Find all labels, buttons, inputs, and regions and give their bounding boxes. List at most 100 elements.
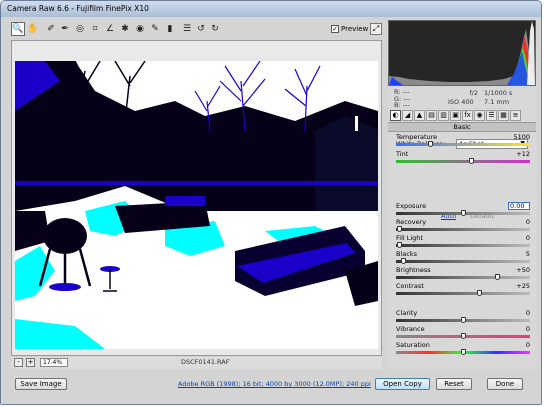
recovery-slider-track[interactable] [396, 228, 530, 231]
crop-tool-icon[interactable]: ⌗ [88, 22, 102, 36]
tab-split-toning-icon[interactable]: ▥ [438, 110, 449, 121]
preview-toggle[interactable]: ✓ Preview [331, 25, 368, 33]
saturation-slider-thumb[interactable] [461, 349, 466, 355]
recovery-control: Recovery 0 [396, 218, 530, 234]
preferences-tool-icon[interactable]: ☰ [180, 22, 194, 36]
temperature-slider-track[interactable] [396, 143, 530, 146]
temperature-control: Temperature 5100 [396, 133, 530, 149]
brightness-slider-track[interactable] [396, 276, 530, 279]
adjustments-panel: R: --- G: --- B: --- f/2 ISO 400 1/1000 … [388, 20, 536, 370]
done-button[interactable]: Done [487, 378, 523, 390]
tab-detail-icon[interactable]: ▲ [414, 110, 425, 121]
clarity-control: Clarity 0 [396, 309, 530, 325]
preview-checkbox[interactable]: ✓ [331, 25, 339, 33]
saturation-label: Saturation [396, 341, 430, 349]
temperature-slider-thumb[interactable] [427, 141, 433, 147]
graduated-filter-tool-icon[interactable]: ▮ [163, 22, 177, 36]
aperture-value: f/2 [469, 89, 478, 97]
zoom-out-button[interactable]: - [14, 358, 23, 367]
window-title: Camera Raw 6.6 - Fujifilm FinePix X10 [7, 4, 149, 13]
preview-label: Preview [341, 25, 369, 33]
contrast-slider-thumb[interactable] [477, 290, 483, 296]
b-label: B: [394, 101, 401, 109]
blacks-value-field[interactable]: 5 [508, 250, 530, 258]
adjustment-brush-tool-icon[interactable]: ✎ [148, 22, 162, 36]
zoom-in-button[interactable]: + [26, 358, 35, 367]
histogram [388, 20, 536, 86]
clarity-value-field[interactable]: 0 [508, 309, 530, 317]
photo-preview [15, 61, 378, 349]
saturation-value-field[interactable]: 0 [508, 341, 530, 349]
fill-light-slider-track[interactable] [396, 244, 530, 247]
panel-section-title: Basic [388, 122, 536, 132]
save-image-button[interactable]: Save Image [15, 378, 67, 390]
contrast-label: Contrast [396, 282, 424, 290]
recovery-slider-thumb[interactable] [396, 226, 402, 232]
fill-light-label: Fill Light [396, 234, 423, 242]
white-balance-tool-icon[interactable]: ✐ [44, 22, 58, 36]
contrast-control: Contrast +25 [396, 282, 530, 298]
clarity-slider-thumb[interactable] [461, 317, 466, 323]
tab-effects-icon[interactable]: fx [462, 110, 473, 121]
image-preview-area[interactable] [11, 40, 382, 356]
exposure-slider-thumb[interactable] [461, 210, 466, 216]
zoom-tool-icon[interactable]: 🔍 [11, 22, 25, 36]
color-sampler-tool-icon[interactable]: ✒ [58, 22, 72, 36]
exposure-value-field[interactable]: 0.00 [508, 202, 530, 210]
toolbar: 🔍 ✋ ✐ ✒ ◎ ⌗ ∠ ✱ ◉ ✎ ▮ ☰ ↺ ↻ [11, 21, 381, 39]
rotate-ccw-icon[interactable]: ↺ [194, 22, 208, 36]
fill-light-value-field[interactable]: 0 [508, 234, 530, 242]
title-bar: Camera Raw 6.6 - Fujifilm FinePix X10 [1, 1, 541, 17]
panel-menu-icon[interactable]: ≡ [510, 110, 521, 121]
vibrance-value-field[interactable]: 0 [508, 325, 530, 333]
camera-raw-window: Camera Raw 6.6 - Fujifilm FinePix X10 🔍 … [0, 0, 542, 405]
blacks-slider-thumb[interactable] [400, 258, 406, 264]
brightness-slider-thumb[interactable] [494, 274, 500, 280]
straighten-tool-icon[interactable]: ∠ [103, 22, 117, 36]
tint-label: Tint [396, 150, 409, 158]
targeted-adjustment-tool-icon[interactable]: ◎ [73, 22, 87, 36]
tab-tone-curve-icon[interactable]: ◢ [402, 110, 413, 121]
recovery-label: Recovery [396, 218, 427, 226]
tab-presets-icon[interactable]: ☰ [486, 110, 497, 121]
iso-value: ISO 400 [448, 98, 474, 106]
tab-snapshots-icon[interactable]: ▦ [498, 110, 509, 121]
tab-hsl-icon[interactable]: ▤ [426, 110, 437, 121]
spot-removal-tool-icon[interactable]: ✱ [118, 22, 132, 36]
tint-slider-track[interactable] [396, 160, 530, 163]
hand-tool-icon[interactable]: ✋ [26, 22, 40, 36]
vibrance-label: Vibrance [396, 325, 425, 333]
tint-value-field[interactable]: +12 [508, 150, 530, 158]
fill-light-slider-thumb[interactable] [396, 242, 402, 248]
open-copy-button[interactable]: Open Copy [375, 378, 430, 390]
contrast-value-field[interactable]: +25 [508, 282, 530, 290]
workflow-options-link[interactable]: Adobe RGB (1998); 16 bit; 4000 by 3000 (… [178, 380, 371, 388]
recovery-value-field[interactable]: 0 [508, 218, 530, 226]
focal-length-value: 7.1 mm [484, 98, 510, 106]
tint-control: Tint +12 [396, 150, 530, 166]
zoom-level-select[interactable]: 17.4% [40, 358, 68, 367]
vibrance-slider-thumb[interactable] [461, 333, 466, 339]
fullscreen-icon[interactable]: ⤢ [370, 23, 382, 35]
blacks-label: Blacks [396, 250, 417, 258]
contrast-slider-track[interactable] [396, 292, 530, 295]
exposure-control: Exposure 0.00 [396, 202, 530, 218]
red-eye-tool-icon[interactable]: ◉ [133, 22, 147, 36]
tab-basic-icon[interactable]: ◐ [390, 110, 401, 121]
exposure-label: Exposure [396, 202, 427, 210]
tab-lens-corrections-icon[interactable]: ▣ [450, 110, 461, 121]
temperature-value-field[interactable]: 5100 [508, 133, 530, 141]
status-bar: - + 17.4% DSCF0141.RAF [11, 357, 382, 369]
image-filename: DSCF0141.RAF [181, 358, 230, 366]
reset-button[interactable]: Reset [436, 378, 472, 390]
b-value: --- [402, 101, 410, 109]
blacks-slider-track[interactable] [396, 260, 530, 263]
rotate-cw-icon[interactable]: ↻ [208, 22, 222, 36]
tab-camera-calibration-icon[interactable]: ◉ [474, 110, 485, 121]
blacks-control: Blacks 5 [396, 250, 530, 266]
vibrance-control: Vibrance 0 [396, 325, 530, 341]
brightness-control: Brightness +50 [396, 266, 530, 282]
saturation-control: Saturation 0 [396, 341, 530, 357]
tint-slider-thumb[interactable] [469, 158, 475, 164]
brightness-value-field[interactable]: +50 [508, 266, 530, 274]
